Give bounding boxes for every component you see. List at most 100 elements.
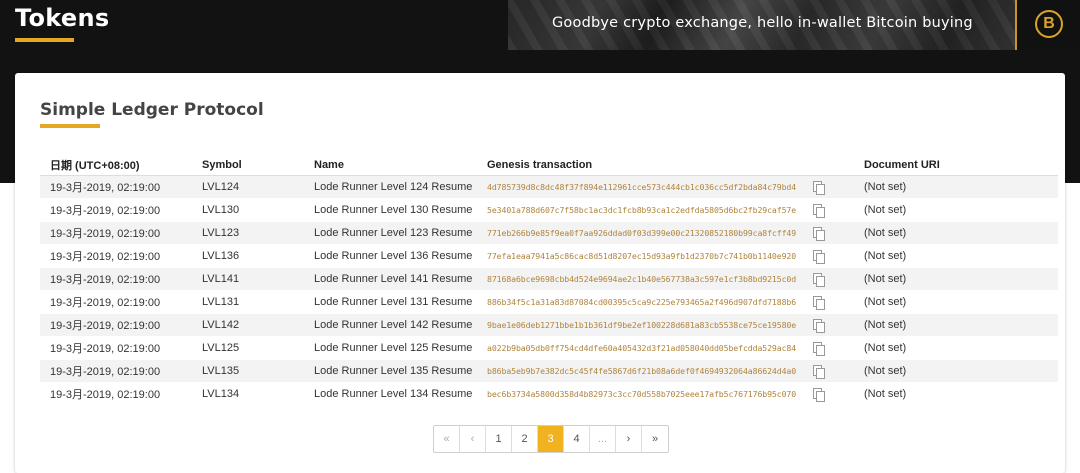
genesis-hash-link[interactable]: a022b9ba05db0ff754cd4dfe60a405432d3f21ad… <box>487 343 805 353</box>
table-row[interactable]: 19-3月-2019, 02:19:00 LVL125 Lode Runner … <box>40 336 1058 360</box>
symbol-cell[interactable]: LVL134 <box>192 382 304 406</box>
document-uri-cell: (Not set) <box>854 382 1058 406</box>
genesis-cell: 771eb266b9e85f9ea0f7aa926ddad0f03d399e00… <box>477 221 854 245</box>
name-cell: Lode Runner Level 142 Resume <box>304 313 477 337</box>
symbol-cell[interactable]: LVL125 <box>192 336 304 360</box>
banner-text: Goodbye crypto exchange, hello in-wallet… <box>552 15 973 31</box>
symbol-cell[interactable]: LVL124 <box>192 175 304 199</box>
genesis-hash-link[interactable]: 5e3401a788d607c7f58bc1ac3dc1fcb8b93ca1c2… <box>487 205 805 215</box>
date-cell: 19-3月-2019, 02:19:00 <box>40 382 192 406</box>
table-row[interactable]: 19-3月-2019, 02:19:00 LVL124 Lode Runner … <box>40 175 1058 199</box>
page-4-button[interactable]: 4 <box>564 426 590 452</box>
name-cell: Lode Runner Level 136 Resume <box>304 244 477 268</box>
date-cell: 19-3月-2019, 02:19:00 <box>40 313 192 337</box>
genesis-cell: 77efa1eaa7941a5c86cac8d51d8207ec15d93a9f… <box>477 244 854 268</box>
page-2-button[interactable]: 2 <box>512 426 538 452</box>
page-1-button[interactable]: 1 <box>486 426 512 452</box>
column-header-document-uri[interactable]: Document URI <box>854 155 1058 176</box>
name-cell: Lode Runner Level 125 Resume <box>304 336 477 360</box>
date-cell: 19-3月-2019, 02:19:00 <box>40 290 192 314</box>
genesis-hash-link[interactable]: 4d785739d8c8dc48f37f894e112961cce573c444… <box>487 182 805 192</box>
symbol-cell[interactable]: LVL131 <box>192 290 304 314</box>
copy-icon[interactable] <box>813 227 825 241</box>
column-header-genesis[interactable]: Genesis transaction <box>477 155 854 176</box>
genesis-cell: 886b34f5c1a31a83d87084cd00395c5ca9c225e7… <box>477 290 854 314</box>
genesis-hash-link[interactable]: bec6b3734a5800d358d4b82973c3cc70d558b702… <box>487 389 805 399</box>
table-row[interactable]: 19-3月-2019, 02:19:00 LVL134 Lode Runner … <box>40 382 1058 406</box>
document-uri-cell: (Not set) <box>854 221 1058 245</box>
genesis-cell: 9bae1e06deb1271bbe1b1b361df9be2ef100228d… <box>477 313 854 337</box>
copy-icon[interactable] <box>813 181 825 195</box>
page-title: Tokens <box>15 4 110 32</box>
prev-page-button[interactable]: ‹ <box>460 426 486 452</box>
genesis-cell: 87168a6bce9698cbb4d524e9694ae2c1b40e5677… <box>477 267 854 291</box>
symbol-cell[interactable]: LVL130 <box>192 198 304 222</box>
date-cell: 19-3月-2019, 02:19:00 <box>40 336 192 360</box>
column-header-date[interactable]: 日期 (UTC+08:00) <box>40 155 192 176</box>
table-row[interactable]: 19-3月-2019, 02:19:00 LVL142 Lode Runner … <box>40 313 1058 337</box>
symbol-cell[interactable]: LVL141 <box>192 267 304 291</box>
token-card: Simple Ledger Protocol 日期 (UTC+08:00) Sy… <box>15 73 1065 473</box>
pagination: « ‹ 1 2 3 4 ... › » <box>433 425 669 453</box>
first-page-button[interactable]: « <box>434 426 460 452</box>
copy-icon[interactable] <box>813 342 825 356</box>
section-title: Simple Ledger Protocol <box>40 100 264 120</box>
promo-banner[interactable]: Goodbye crypto exchange, hello in-wallet… <box>508 0 1016 50</box>
ellipsis-button[interactable]: ... <box>590 426 616 452</box>
date-cell: 19-3月-2019, 02:19:00 <box>40 244 192 268</box>
date-cell: 19-3月-2019, 02:19:00 <box>40 175 192 199</box>
copy-icon[interactable] <box>813 273 825 287</box>
date-cell: 19-3月-2019, 02:19:00 <box>40 198 192 222</box>
table-row[interactable]: 19-3月-2019, 02:19:00 LVL136 Lode Runner … <box>40 244 1058 268</box>
name-cell: Lode Runner Level 130 Resume <box>304 198 477 222</box>
name-cell: Lode Runner Level 134 Resume <box>304 382 477 406</box>
document-uri-cell: (Not set) <box>854 313 1058 337</box>
document-uri-cell: (Not set) <box>854 336 1058 360</box>
name-cell: Lode Runner Level 123 Resume <box>304 221 477 245</box>
table-row[interactable]: 19-3月-2019, 02:19:00 LVL141 Lode Runner … <box>40 267 1058 291</box>
genesis-cell: b86ba5eb9b7e382dc5c45f4fe5867d6f21b08a6d… <box>477 359 854 383</box>
copy-icon[interactable] <box>813 319 825 333</box>
symbol-cell[interactable]: LVL135 <box>192 359 304 383</box>
name-cell: Lode Runner Level 135 Resume <box>304 359 477 383</box>
bitcoin-logo-icon: B <box>1035 10 1063 38</box>
title-underline <box>15 38 74 42</box>
genesis-hash-link[interactable]: 886b34f5c1a31a83d87084cd00395c5ca9c225e7… <box>487 297 805 307</box>
table-row[interactable]: 19-3月-2019, 02:19:00 LVL135 Lode Runner … <box>40 359 1058 383</box>
copy-icon[interactable] <box>813 388 825 402</box>
genesis-cell: 5e3401a788d607c7f58bc1ac3dc1fcb8b93ca1c2… <box>477 198 854 222</box>
tokens-table: 日期 (UTC+08:00) Symbol Name Genesis trans… <box>40 155 1058 406</box>
genesis-hash-link[interactable]: 77efa1eaa7941a5c86cac8d51d8207ec15d93a9f… <box>487 251 805 261</box>
document-uri-cell: (Not set) <box>854 290 1058 314</box>
table-row[interactable]: 19-3月-2019, 02:19:00 LVL123 Lode Runner … <box>40 221 1058 245</box>
genesis-hash-link[interactable]: 9bae1e06deb1271bbe1b1b361df9be2ef100228d… <box>487 320 805 330</box>
document-uri-cell: (Not set) <box>854 175 1058 199</box>
genesis-hash-link[interactable]: 771eb266b9e85f9ea0f7aa926ddad0f03d399e00… <box>487 228 805 238</box>
name-cell: Lode Runner Level 131 Resume <box>304 290 477 314</box>
date-cell: 19-3月-2019, 02:19:00 <box>40 267 192 291</box>
next-page-button[interactable]: › <box>616 426 642 452</box>
copy-icon[interactable] <box>813 296 825 310</box>
page-3-button[interactable]: 3 <box>538 426 564 452</box>
copy-icon[interactable] <box>813 204 825 218</box>
genesis-hash-link[interactable]: 87168a6bce9698cbb4d524e9694ae2c1b40e5677… <box>487 274 805 284</box>
symbol-cell[interactable]: LVL142 <box>192 313 304 337</box>
table-row[interactable]: 19-3月-2019, 02:19:00 LVL130 Lode Runner … <box>40 198 1058 222</box>
table-header-row: 日期 (UTC+08:00) Symbol Name Genesis trans… <box>40 155 1058 176</box>
document-uri-cell: (Not set) <box>854 359 1058 383</box>
column-header-symbol[interactable]: Symbol <box>192 155 304 176</box>
name-cell: Lode Runner Level 124 Resume <box>304 175 477 199</box>
document-uri-cell: (Not set) <box>854 244 1058 268</box>
genesis-cell: 4d785739d8c8dc48f37f894e112961cce573c444… <box>477 175 854 199</box>
document-uri-cell: (Not set) <box>854 198 1058 222</box>
table-row[interactable]: 19-3月-2019, 02:19:00 LVL131 Lode Runner … <box>40 290 1058 314</box>
copy-icon[interactable] <box>813 365 825 379</box>
genesis-cell: bec6b3734a5800d358d4b82973c3cc70d558b702… <box>477 382 854 406</box>
copy-icon[interactable] <box>813 250 825 264</box>
genesis-hash-link[interactable]: b86ba5eb9b7e382dc5c45f4fe5867d6f21b08a6d… <box>487 366 805 376</box>
last-page-button[interactable]: » <box>642 426 668 452</box>
document-uri-cell: (Not set) <box>854 267 1058 291</box>
symbol-cell[interactable]: LVL136 <box>192 244 304 268</box>
column-header-name[interactable]: Name <box>304 155 477 176</box>
symbol-cell[interactable]: LVL123 <box>192 221 304 245</box>
